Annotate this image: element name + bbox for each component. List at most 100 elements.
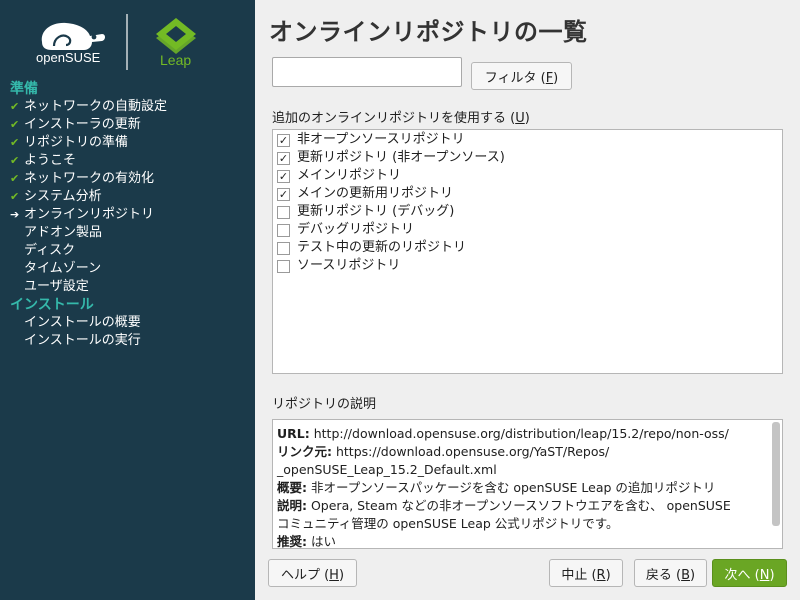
search-input[interactable] <box>272 57 462 87</box>
step-online-repos-current: ➔ オンラインリポジトリ <box>0 206 255 224</box>
repo-item[interactable]: ソースリポジトリ <box>273 257 782 275</box>
repo-item[interactable]: デバッグリポジトリ <box>273 221 782 239</box>
description-content: URL: http://download.opensuse.org/distri… <box>277 425 767 549</box>
step-install-execute: インストールの実行 <box>0 332 255 350</box>
repo-name: デバッグリポジトリ <box>297 222 415 237</box>
desc-value: 非オープンソースパッケージを含む openSUSE Leap の追加リポジトリ <box>307 480 716 495</box>
repo-item[interactable]: テスト中の更新のリポジトリ <box>273 239 782 257</box>
sidebar: openSUSE Leap 準備 ✔ ネットワークの自動設定 ✔ インストーラの更新… <box>0 0 255 600</box>
next-button[interactable]: 次へ (N) <box>712 559 787 587</box>
svg-text:Leap: Leap <box>160 52 191 68</box>
step-addon-products: アドオン製品 <box>0 224 255 242</box>
checkbox[interactable] <box>277 224 290 237</box>
repo-name: 更新リポジトリ (デバッグ) <box>297 204 455 219</box>
desc-line: _openSUSE_Leap_15.2_Default.xml <box>277 461 767 479</box>
step-label: ネットワークの自動設定 <box>24 99 168 114</box>
repo-list[interactable]: ✓ 非オープンソースリポジトリ ✓ 更新リポジトリ (非オープンソース) ✓ メインリ… <box>272 129 783 374</box>
opensuse-logo-text: openSUSE <box>36 50 101 65</box>
step-timezone: タイムゾーン <box>0 260 255 278</box>
next-button-label: 次へ ( <box>724 567 760 583</box>
back-button[interactable]: 戻る (B) <box>634 559 707 587</box>
step-install-summary: インストールの概要 <box>0 314 255 332</box>
repo-list-label-suffix: ) <box>524 111 530 126</box>
abort-button-key: R <box>596 567 606 583</box>
repo-name: メインの更新用リポジトリ <box>297 186 454 201</box>
checkmark-icon: ✔ <box>10 118 20 131</box>
abort-button-label: 中止 ( <box>561 567 597 583</box>
help-button-key: H <box>329 567 339 583</box>
checkbox[interactable]: ✓ <box>277 170 290 183</box>
step-installer-update: ✔ インストーラの更新 <box>0 116 255 134</box>
checkbox[interactable] <box>277 206 290 219</box>
step-label: ようこそ <box>24 153 77 168</box>
step-network-activate: ✔ ネットワークの有効化 <box>0 170 255 188</box>
checkbox[interactable]: ✓ <box>277 152 290 165</box>
desc-line: 概要: 非オープンソースパッケージを含む openSUSE Leap の追加リポ… <box>277 479 767 497</box>
leap-logo-text: Leap <box>160 52 191 68</box>
description-label: リポジトリの説明 <box>272 397 377 412</box>
desc-value: コミュニティ管理の openSUSE Leap 公式リポジトリです。 <box>277 516 619 531</box>
step-welcome: ✔ ようこそ <box>0 152 255 170</box>
step-label: システム分析 <box>24 189 102 204</box>
step-label: ディスク <box>24 243 76 258</box>
desc-line: 説明: Opera, Steam などの非オープンソースソフトウエアを含む、 o… <box>277 497 767 515</box>
desc-key: 推奨: <box>277 534 307 549</box>
desc-value: https://download.opensuse.org/YaST/Repos… <box>332 444 610 459</box>
desc-line: 推奨: はい <box>277 533 767 549</box>
step-label: アドオン製品 <box>24 225 103 240</box>
repo-list-label-text: 追加のオンラインリポジトリを使用する ( <box>272 111 516 126</box>
repo-name: ソースリポジトリ <box>297 258 401 273</box>
desc-key: 説明: <box>277 498 307 513</box>
desc-line: URL: http://download.opensuse.org/distri… <box>277 425 767 443</box>
checkmark-icon: ✔ <box>10 100 20 113</box>
step-disk: ディスク <box>0 242 255 260</box>
desc-key: リンク元: <box>277 444 332 459</box>
step-list: 準備 ✔ ネットワークの自動設定 ✔ インストーラの更新 ✔ リポジトリの準備 ✔ よう… <box>0 80 255 350</box>
repo-item[interactable]: ✓ 非オープンソースリポジトリ <box>273 131 782 149</box>
next-button-key: N <box>759 567 770 583</box>
repo-item[interactable]: 更新リポジトリ (デバッグ) <box>273 203 782 221</box>
desc-value: http://download.opensuse.org/distributio… <box>309 426 729 441</box>
checkbox[interactable] <box>277 260 290 273</box>
back-button-key: B <box>681 567 691 583</box>
repo-list-label: 追加のオンラインリポジトリを使用する (U) <box>272 107 530 126</box>
step-network-auto: ✔ ネットワークの自動設定 <box>0 98 255 116</box>
abort-button[interactable]: 中止 (R) <box>549 559 623 587</box>
abort-button-suffix: ) <box>605 567 611 583</box>
repo-name: テスト中の更新のリポジトリ <box>297 240 467 255</box>
repo-item[interactable]: ✓ メインの更新用リポジトリ <box>273 185 782 203</box>
step-label: ユーザ設定 <box>24 279 89 294</box>
logo-area: openSUSE Leap <box>0 0 255 78</box>
step-label: オンラインリポジトリ <box>24 207 155 222</box>
back-button-suffix: ) <box>690 567 696 583</box>
filter-button[interactable]: フィルタ (F) <box>471 62 572 90</box>
step-user-settings: ユーザ設定 <box>0 278 255 296</box>
repo-item[interactable]: ✓ 更新リポジトリ (非オープンソース) <box>273 149 782 167</box>
repo-name: 更新リポジトリ (非オープンソース) <box>297 150 505 165</box>
svg-text:openSUSE: openSUSE <box>36 50 101 65</box>
desc-line: コミュニティ管理の openSUSE Leap 公式リポジトリです。 <box>277 515 767 533</box>
help-button[interactable]: ヘルプ (H) <box>268 559 357 587</box>
desc-value: _openSUSE_Leap_15.2_Default.xml <box>277 462 497 477</box>
checkbox[interactable] <box>277 242 290 255</box>
checkbox[interactable]: ✓ <box>277 188 290 201</box>
checkbox[interactable]: ✓ <box>277 134 290 147</box>
repo-name: メインリポジトリ <box>297 168 402 183</box>
step-label: インストーラの更新 <box>24 117 141 132</box>
filter-button-label: フィルタ ( <box>484 70 546 86</box>
step-system-analysis: ✔ システム分析 <box>0 188 255 206</box>
description-box[interactable]: URL: http://download.opensuse.org/distri… <box>272 419 783 549</box>
desc-key: URL: <box>277 426 310 441</box>
desc-key: 概要: <box>277 480 307 495</box>
filter-button-suffix: ) <box>553 70 559 86</box>
repo-name: 非オープンソースリポジトリ <box>297 132 465 147</box>
repo-item[interactable]: ✓ メインリポジトリ <box>273 167 782 185</box>
step-repo-prepare: ✔ リポジトリの準備 <box>0 134 255 152</box>
next-button-suffix: ) <box>769 567 775 583</box>
opensuse-logo: openSUSE Leap <box>36 14 196 70</box>
description-scrollbar[interactable] <box>772 422 780 526</box>
step-label: タイムゾーン <box>24 261 102 276</box>
step-label: ネットワークの有効化 <box>24 171 155 186</box>
desc-value: はい <box>307 534 336 549</box>
step-label: リポジトリの準備 <box>24 135 129 150</box>
